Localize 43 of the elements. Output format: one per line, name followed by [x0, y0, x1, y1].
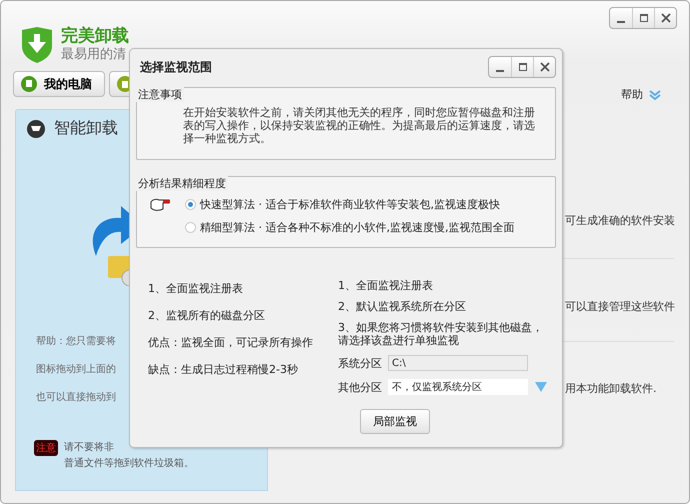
app-title: 完美卸载 [61, 26, 129, 46]
chevron-down-icon [649, 88, 661, 100]
help-text: 帮助：您只需要将 [36, 334, 116, 348]
dialog-title: 选择监视范围 [140, 58, 212, 76]
mode-text: 1、全面监视注册表 [148, 282, 244, 295]
notice-text: 请不要将非 [64, 440, 115, 455]
close-icon [540, 62, 550, 72]
notice-badge: 注意 [34, 440, 58, 456]
tab[interactable]: 我的电脑 [13, 71, 105, 97]
feature-text: 可以直接管理这些软件 [565, 299, 675, 314]
mode-text: 2、默认监视系统所在分区 [338, 300, 467, 313]
partial-monitor-button[interactable]: 局部监视 [360, 409, 430, 434]
radio-option[interactable]: 精细型算法 · 适合各种不标准的小软件,监视速度慢,监视范围全面 [185, 220, 514, 235]
close-icon [660, 13, 670, 23]
app-subtitle: 最易用的清 [61, 46, 127, 64]
pointing-hand-icon [149, 197, 173, 213]
group-legend: 分析结果精细程度 [136, 176, 228, 191]
panel-title: 智能卸载 [54, 118, 118, 139]
mode-text: 优点：监视全面，可记录所有操作 [148, 336, 314, 349]
radio-button[interactable] [185, 222, 196, 233]
radio-option[interactable]: 快速型算法 · 适合于标准软件商业软件等安装包,监视速度极快 [185, 197, 514, 212]
notice-text: 普通文件等拖到软件垃圾箱。 [64, 456, 194, 471]
minimize-icon [617, 21, 625, 23]
mode-text: 2、监视所有的磁盘分区 [148, 309, 266, 322]
partition-dropdown[interactable]: 不，仅监视系统分区 [388, 379, 528, 395]
partition-field[interactable]: C:\ [388, 355, 528, 371]
feature-text: 可生成准确的软件安装 [565, 213, 675, 228]
group-legend: 注意事项 [136, 87, 184, 102]
maximize-icon [518, 62, 528, 72]
field-label: 系统分区 [338, 356, 382, 370]
mode-text: 缺点：生成日志过程稍慢2-3秒 [148, 363, 299, 376]
field-label: 其他分区 [338, 380, 382, 394]
help-link[interactable]: 帮助 [621, 87, 643, 102]
radio-button[interactable] [185, 199, 196, 210]
minimize-icon [496, 70, 504, 72]
shield-icon [19, 26, 55, 64]
mode-text: 1、全面监视注册表 [338, 279, 434, 292]
mode-text: 3、如果您将习惯将软件安装到其他磁盘，请选择该盘进行单独监视 [338, 321, 544, 347]
notice-text: 在开始安装软件之前，请关闭其他无关的程序，同时您应暂停磁盘和注册表的写入操作，以保持安装监视的正确性。为提高最后的运算速度，请选择一种监视方式。 [183, 106, 535, 145]
help-text: 也可以直接拖动到 [36, 390, 116, 404]
help-text: 图标拖动到上面的 [36, 362, 116, 376]
maximize-icon [638, 13, 648, 23]
feature-text: 用本功能卸载软件. [565, 381, 656, 396]
